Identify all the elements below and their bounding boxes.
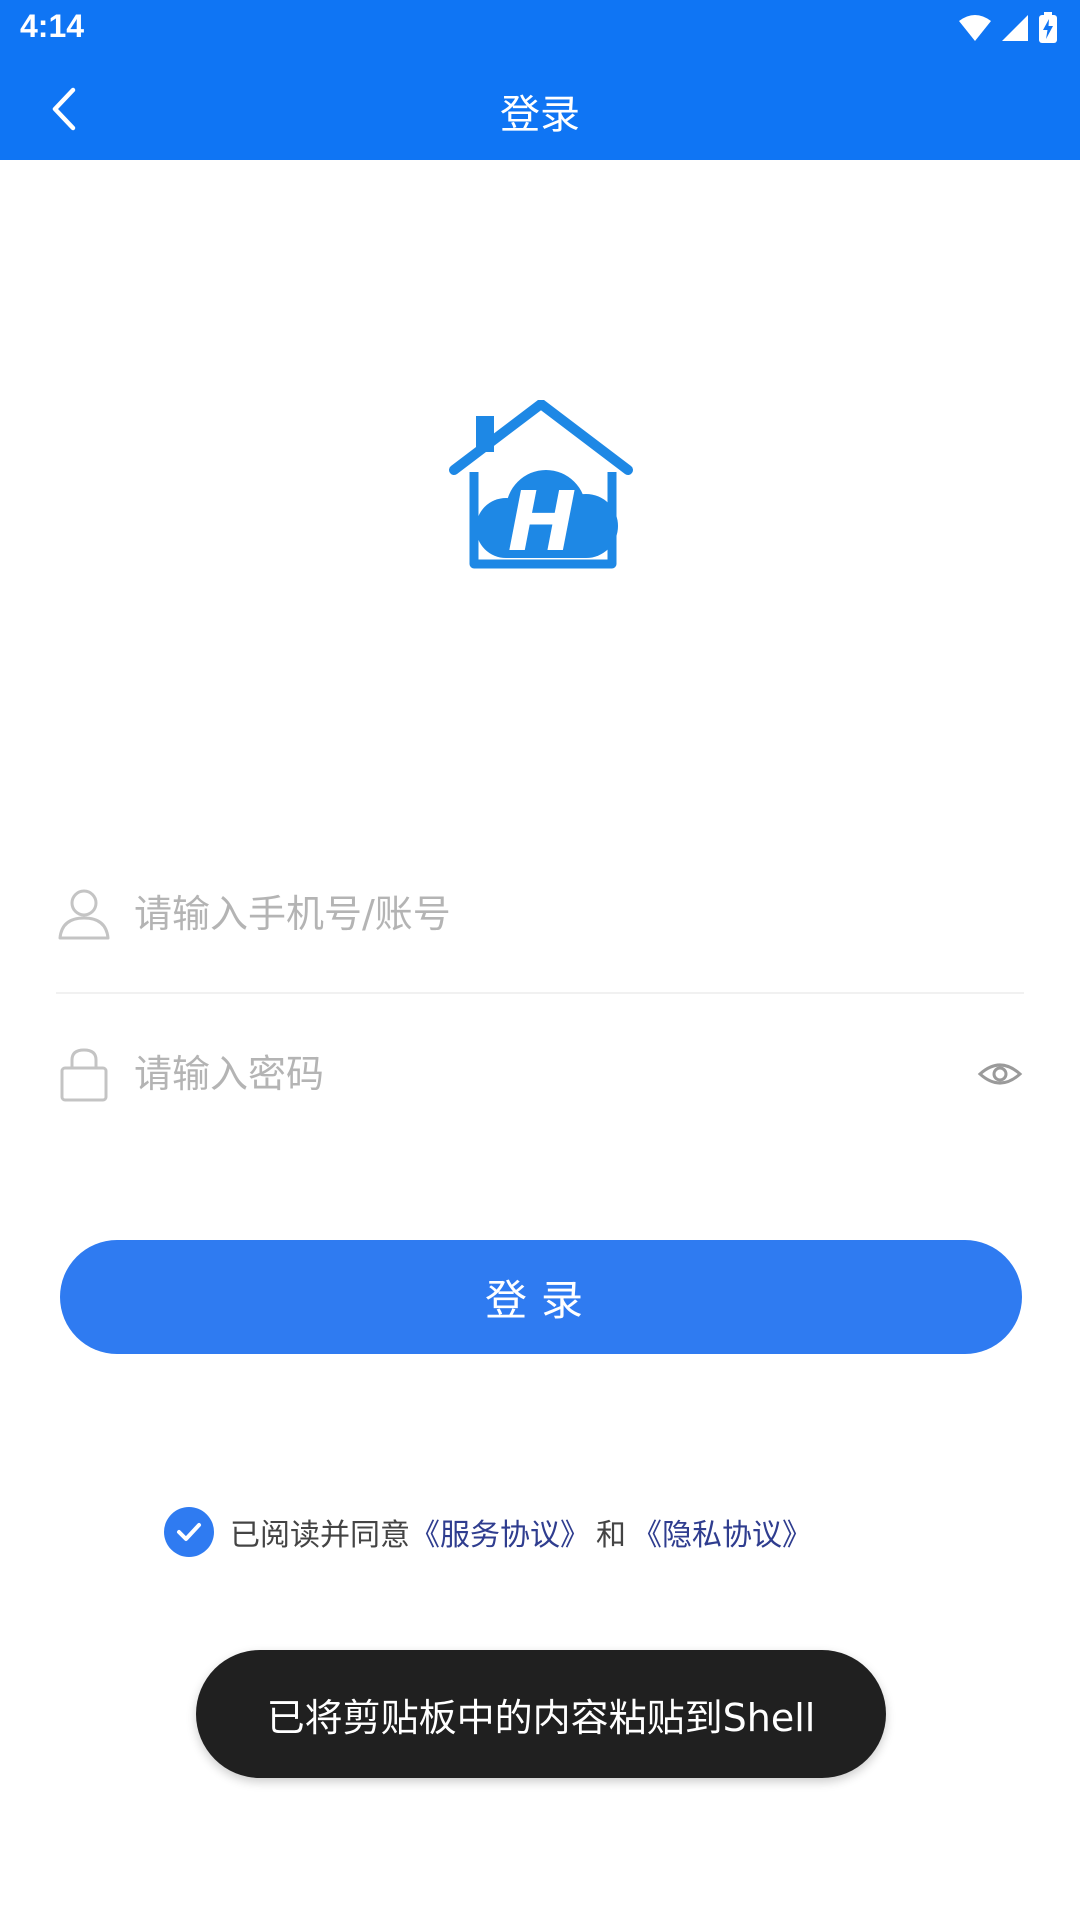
- person-icon: [58, 889, 110, 940]
- page-title: 登录: [500, 92, 580, 138]
- agreement-prefix: 已阅读并同意: [230, 1518, 410, 1553]
- field-divider: [56, 992, 1024, 994]
- header: 4:14 登录: [0, 0, 1080, 160]
- status-time: 4:14: [20, 8, 85, 44]
- eye-icon[interactable]: [976, 1052, 1024, 1096]
- service-agreement-link[interactable]: 《服务协议》: [410, 1510, 590, 1554]
- password-field: [56, 1024, 1024, 1124]
- check-icon: [177, 1523, 201, 1541]
- battery-charging-icon: [1039, 12, 1057, 43]
- username-field: [56, 864, 1024, 964]
- house-logo-icon: H: [449, 400, 633, 570]
- logo-letter: H: [508, 475, 577, 570]
- login-button[interactable]: 登录: [60, 1240, 1022, 1354]
- toast-message: 已将剪贴板中的内容粘贴到Shell: [196, 1650, 886, 1778]
- password-input[interactable]: [134, 1038, 914, 1110]
- status-bar: 4:14: [0, 0, 1080, 56]
- status-icons: [958, 10, 1058, 46]
- username-input[interactable]: [134, 878, 914, 950]
- app-bar: 登录: [0, 56, 1080, 160]
- privacy-agreement-link[interactable]: 《隐私协议》: [632, 1510, 812, 1554]
- agreement-checkbox[interactable]: [164, 1507, 214, 1557]
- agreement-row: 已阅读并同意 《服务协议》 和 《隐私协议》: [164, 1504, 812, 1560]
- cellular-signal-icon: [1002, 15, 1028, 41]
- wifi-icon: [959, 15, 991, 41]
- lock-icon: [60, 1048, 108, 1102]
- agreement-conjunction: 和: [596, 1518, 626, 1553]
